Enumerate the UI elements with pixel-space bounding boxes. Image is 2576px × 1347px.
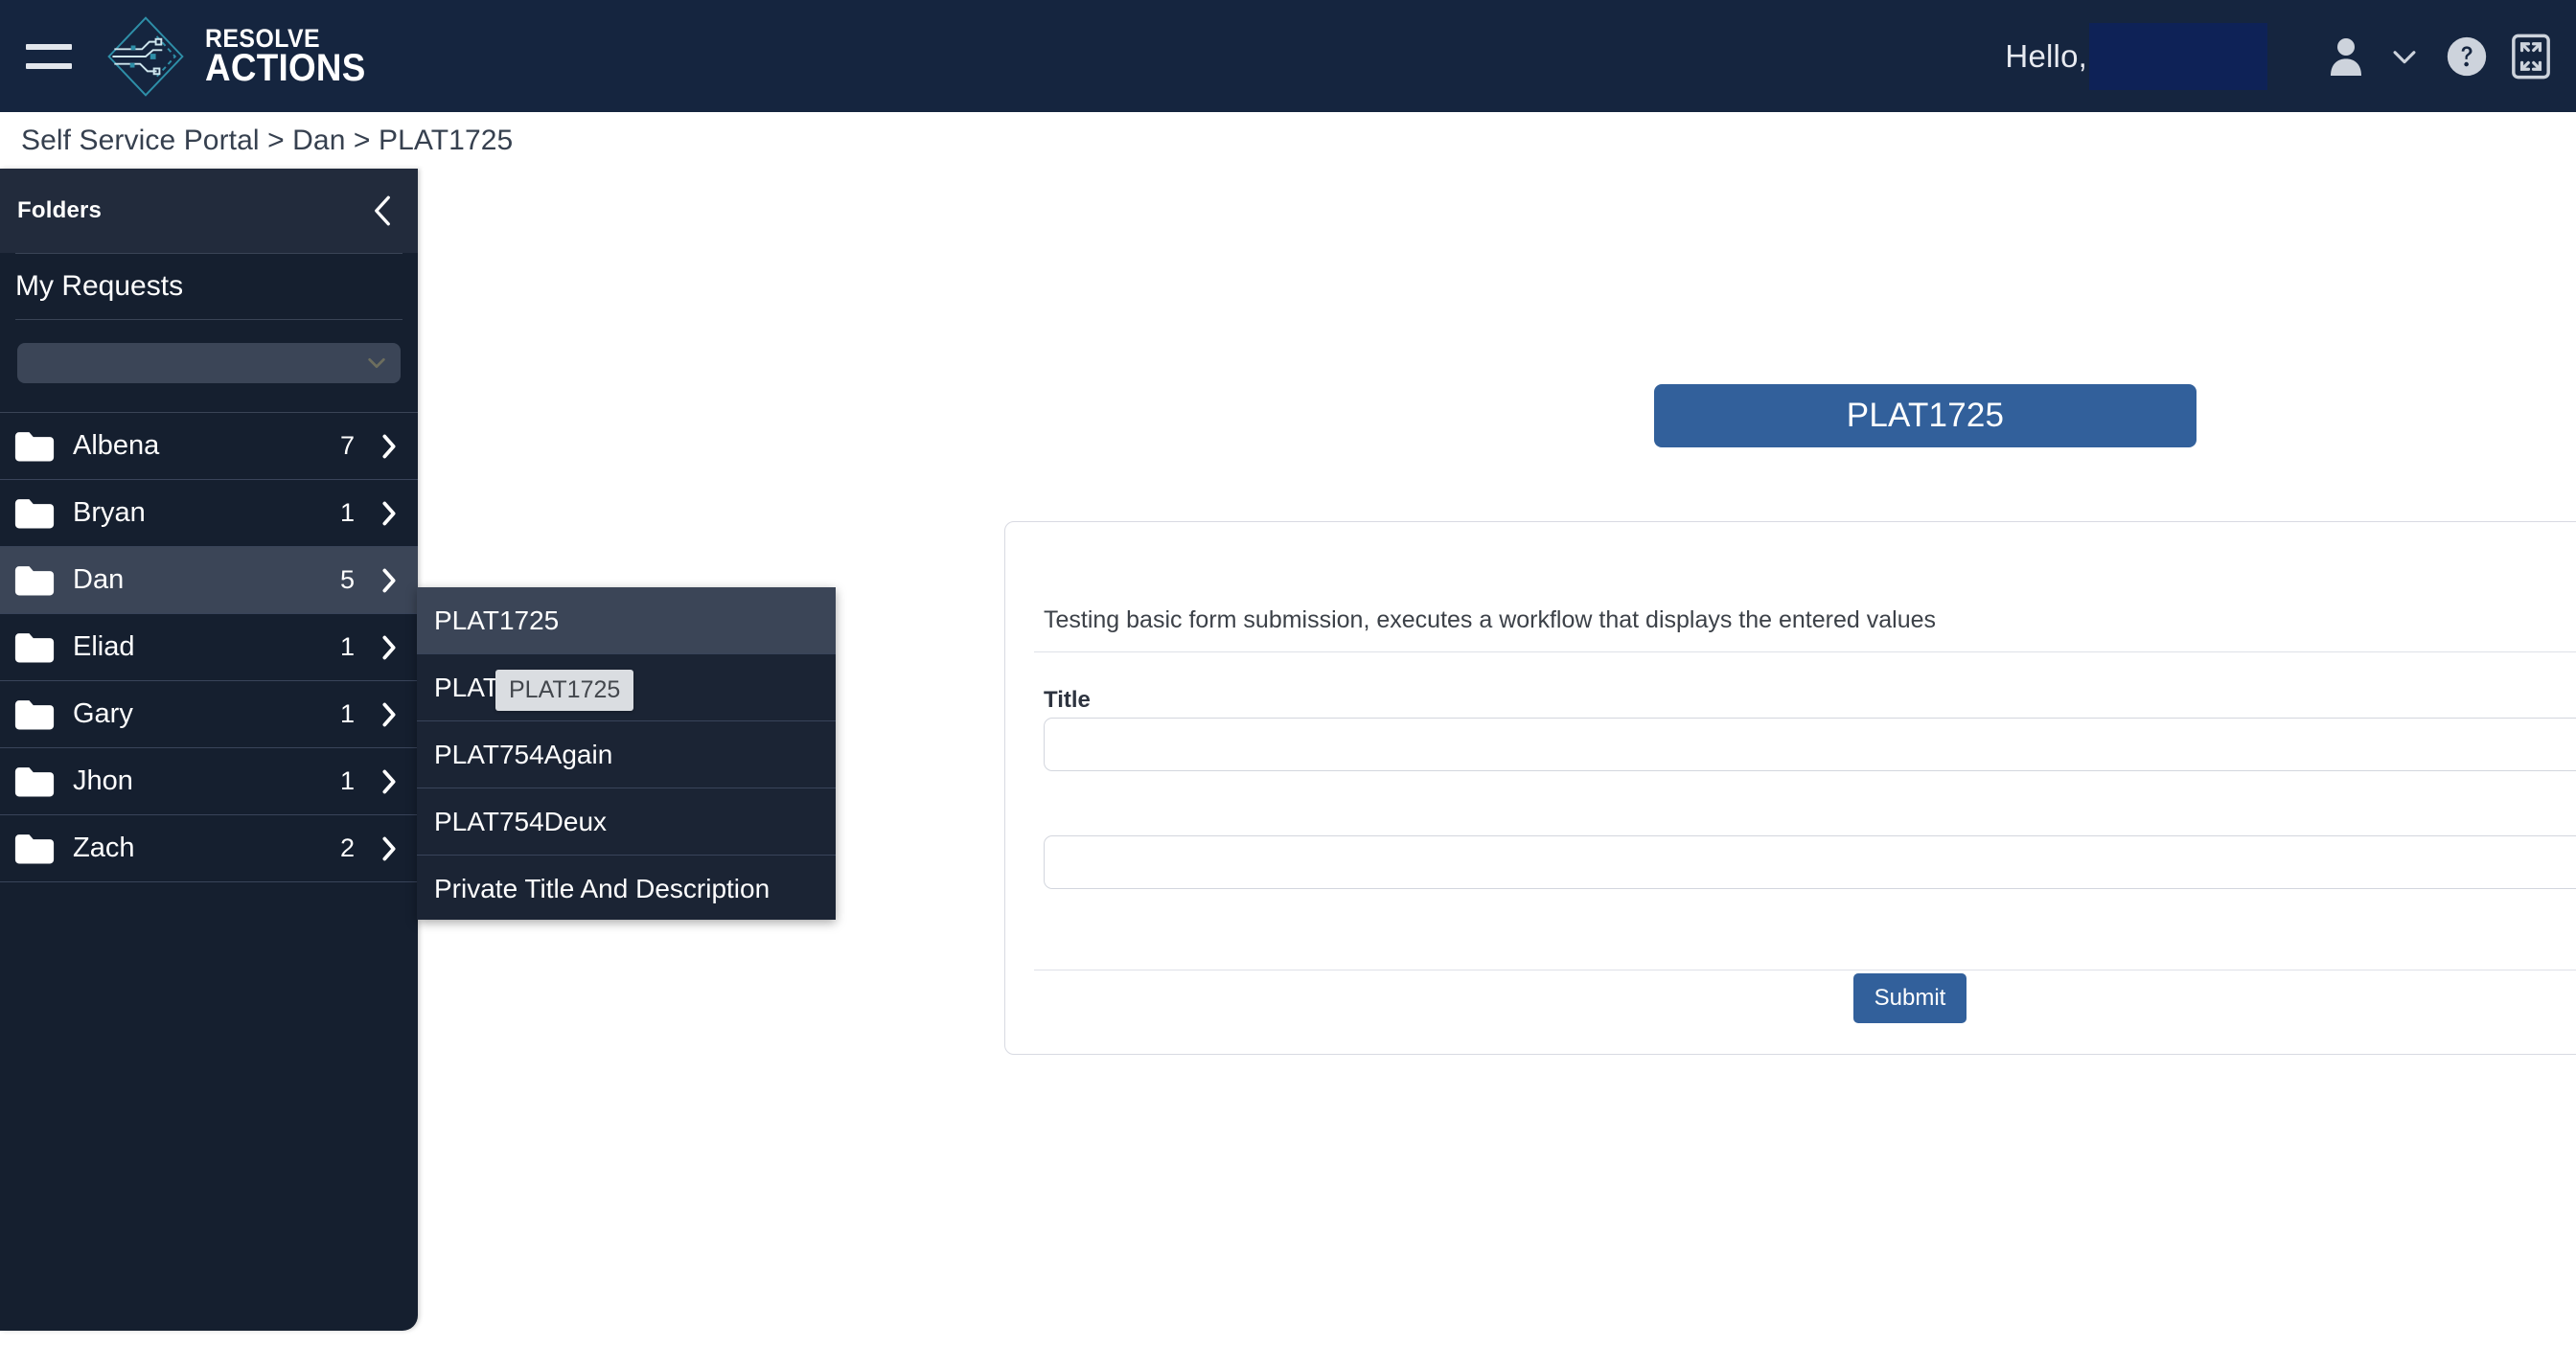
help-circle-icon[interactable] xyxy=(2446,35,2488,78)
folder-row[interactable]: Jhon 1 xyxy=(0,748,418,815)
flyout-item[interactable]: Private Title And Description xyxy=(417,856,836,923)
chevron-right-icon[interactable] xyxy=(380,835,399,862)
submit-button[interactable]: Submit xyxy=(1853,973,1966,1023)
chevron-right-icon[interactable] xyxy=(380,768,399,795)
chevron-right-icon[interactable] xyxy=(380,634,399,661)
page-title: PLAT1725 xyxy=(1846,397,2005,434)
folder-name: Eliad xyxy=(73,631,135,662)
chevron-down-icon[interactable] xyxy=(2388,40,2421,73)
folder-row[interactable]: Eliad 1 xyxy=(0,614,418,681)
brand-line-2: ACTIONS xyxy=(205,46,366,89)
flyout-item-label: PLAT1725 xyxy=(434,605,560,635)
breadcrumb-bar: Self Service Portal > Dan > PLAT1725 xyxy=(0,112,2576,169)
folder-name: Jhon xyxy=(73,765,133,796)
folder-icon xyxy=(14,632,55,662)
chevron-right-icon[interactable] xyxy=(380,500,399,527)
folder-count: 1 xyxy=(339,632,355,661)
flyout-item[interactable]: PLAT754Deux xyxy=(417,788,836,856)
my-requests-label: My Requests xyxy=(15,270,184,302)
hamburger-bar xyxy=(26,43,72,50)
folder-icon xyxy=(14,699,55,729)
chevron-right-icon[interactable] xyxy=(380,433,399,460)
folder-picker-wrapper xyxy=(0,320,418,412)
hamburger-bar xyxy=(26,62,72,69)
folder-name: Zach xyxy=(73,833,135,863)
folder-row[interactable]: Gary 1 xyxy=(0,681,418,748)
folder-count: 7 xyxy=(339,431,355,460)
folder-row[interactable]: Bryan 1 xyxy=(0,480,418,547)
folder-icon xyxy=(14,431,55,461)
folder-row[interactable]: Dan 5 xyxy=(0,547,418,614)
breadcrumb[interactable]: Self Service Portal > Dan > PLAT1725 xyxy=(21,125,513,157)
folder-list: Albena 7 Bryan 1 Dan 5 Eliad 1 Gary 1 Jhon 1 Zach 2 xyxy=(0,412,418,882)
flyout-item-label: PLAT xyxy=(434,672,499,702)
user-icon[interactable] xyxy=(2327,35,2365,78)
folder-row[interactable]: Albena 7 xyxy=(0,413,418,480)
header-right-cluster: Hello, xyxy=(2005,0,2576,112)
chevron-right-icon[interactable] xyxy=(380,701,399,728)
form-description: Testing basic form submission, executes … xyxy=(1044,606,1937,633)
chevron-left-icon[interactable] xyxy=(368,193,397,229)
brand-logo[interactable]: RESOLVE ACTIONS xyxy=(100,11,380,103)
greeting-label: Hello, xyxy=(2005,37,2087,74)
folder-name: Dan xyxy=(73,564,125,595)
folder-count: 5 xyxy=(339,565,355,594)
folder-select[interactable] xyxy=(17,343,401,383)
request-form-card: Testing basic form submission, executes … xyxy=(1004,521,2576,1055)
folder-name: Bryan xyxy=(73,497,146,528)
folder-icon xyxy=(14,498,55,528)
flyout-item[interactable]: PLAT1725 xyxy=(417,587,836,654)
folder-row[interactable]: Zach 2 xyxy=(0,815,418,882)
sidebar-header: Folders xyxy=(0,169,418,253)
flyout-item[interactable]: PLAT754Again xyxy=(417,721,836,788)
folder-count: 1 xyxy=(339,498,355,527)
flyout-tooltip: PLAT1725 xyxy=(495,670,634,711)
folder-icon xyxy=(14,833,55,863)
chevron-down-icon xyxy=(368,357,385,369)
folder-name: Gary xyxy=(73,698,133,729)
folder-count: 2 xyxy=(339,833,355,862)
flyout-item-label: Private Title And Description xyxy=(434,874,770,903)
chevron-right-icon[interactable] xyxy=(380,567,399,594)
field-label-title: Title xyxy=(1044,687,1091,713)
folder-icon xyxy=(14,766,55,796)
fullscreen-expand-icon[interactable] xyxy=(2511,34,2551,80)
sidebar-title: Folders xyxy=(17,197,103,223)
title-input[interactable] xyxy=(1044,718,2576,771)
folder-name: Albena xyxy=(73,430,160,461)
secondary-input[interactable] xyxy=(1044,835,2576,889)
folder-count: 1 xyxy=(339,699,355,728)
resolve-diamond-circuit-logo-icon xyxy=(107,15,184,97)
form-divider-top xyxy=(1034,651,2576,652)
folder-count: 1 xyxy=(339,766,355,795)
folder-flyout-submenu: PLAT1725 PLAT PLAT754Again PLAT754Deux Priva… xyxy=(417,587,836,920)
username-redacted-block xyxy=(2089,22,2267,90)
my-requests-row[interactable]: My Requests xyxy=(15,253,402,320)
brand-wordmark: RESOLVE ACTIONS xyxy=(205,25,380,89)
folder-icon xyxy=(14,565,55,595)
page-title-pill: PLAT1725 xyxy=(1654,384,2196,447)
flyout-item-label: PLAT754Deux xyxy=(434,806,608,836)
top-header-bar: RESOLVE ACTIONS Hello, xyxy=(0,0,2576,112)
folders-sidebar: Folders My Requests Albena 7 Bryan 1 Dan 5 Eli… xyxy=(0,169,418,1331)
hamburger-menu-icon[interactable] xyxy=(19,27,79,86)
flyout-item-label: PLAT754Again xyxy=(434,739,613,769)
